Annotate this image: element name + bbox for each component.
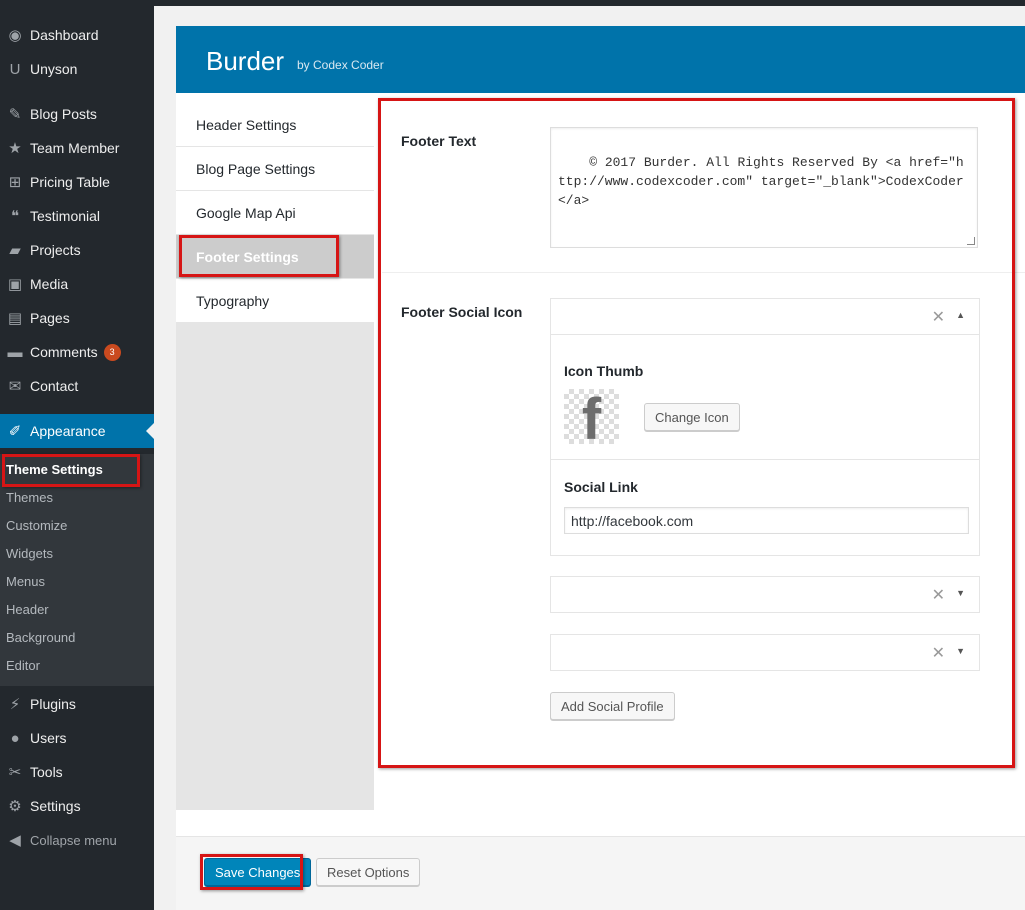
comments-count-badge: 3 [103, 343, 121, 361]
unyson-icon: U [9, 60, 21, 78]
menu-users[interactable]: ● Users [0, 721, 154, 755]
menu-media[interactable]: ▣ Media [0, 267, 154, 301]
settings-icon: ⚙ [8, 798, 22, 815]
theme-author: by Codex Coder [297, 58, 384, 72]
menu-pricing-table[interactable]: ⊞ Pricing Table [0, 165, 154, 199]
highlight-save-button [200, 854, 303, 890]
brush-icon: ✐ [8, 423, 22, 440]
menu-plugins[interactable]: ⚡ Plugins [0, 687, 154, 721]
menu-pages[interactable]: ▤ Pages [0, 301, 154, 335]
comment-icon: ▬ [7, 343, 23, 361]
menu-blog-posts[interactable]: ✎ Blog Posts [0, 97, 154, 131]
actions-bar: Save Changes Reset Options [176, 836, 1025, 910]
submenu-background[interactable]: Background [6, 625, 75, 649]
menu-unyson[interactable]: U Unyson [0, 52, 154, 86]
theme-title: Burder [206, 46, 285, 76]
menu-contact[interactable]: ✉ Contact [0, 369, 154, 403]
mail-icon: ✉ [8, 378, 22, 395]
dashboard-icon: ◉ [8, 27, 22, 44]
menu-testimonial[interactable]: ❝ Testimonial [0, 199, 154, 233]
media-icon: ▣ [7, 276, 23, 293]
submenu-menus[interactable]: Menus [6, 569, 45, 593]
highlight-footer-settings-tab [179, 235, 339, 277]
highlight-theme-settings [2, 454, 140, 487]
reset-options-button[interactable]: Reset Options [316, 858, 421, 886]
pages-icon: ▤ [7, 310, 23, 327]
menu-projects[interactable]: ▰ Projects [0, 233, 154, 267]
submenu-header[interactable]: Header [6, 597, 49, 621]
menu-settings[interactable]: ⚙ Settings [0, 789, 154, 823]
settings-tabs: Header Settings Blog Page Settings Googl… [176, 103, 374, 810]
wrench-icon: ✂ [8, 764, 22, 781]
menu-dashboard[interactable]: ◉ Dashboard [0, 18, 154, 52]
user-icon: ● [10, 729, 20, 747]
collapse-icon: ◀ [9, 832, 21, 849]
pin-icon: ✎ [8, 106, 22, 123]
menu-tools[interactable]: ✂ Tools [0, 755, 154, 789]
submenu-widgets[interactable]: Widgets [6, 541, 53, 565]
highlight-footer-settings-content [378, 98, 1015, 768]
menu-appearance[interactable]: ✐ Appearance [0, 414, 154, 448]
submenu-editor[interactable]: Editor [6, 653, 40, 677]
tab-typography[interactable]: Typography [176, 279, 374, 323]
appearance-submenu: Theme Settings Themes Customize Widgets … [0, 454, 154, 686]
portfolio-icon: ▰ [9, 242, 21, 259]
tab-google-map-api[interactable]: Google Map Api [176, 191, 374, 235]
submenu-customize[interactable]: Customize [6, 513, 67, 537]
tab-header-settings[interactable]: Header Settings [176, 103, 374, 147]
quote-icon: ❝ [10, 208, 20, 225]
brand-header: Burder by Codex Coder [176, 26, 1025, 93]
menu-comments[interactable]: ▬ Comments 3 [0, 335, 154, 369]
sitemap-icon: ⊞ [8, 174, 22, 191]
tab-blog-page-settings[interactable]: Blog Page Settings [176, 147, 374, 191]
submenu-themes[interactable]: Themes [6, 485, 53, 509]
star-icon: ★ [8, 140, 22, 157]
menu-team-member[interactable]: ★ Team Member [0, 131, 154, 165]
collapse-menu-button[interactable]: ◀ Collapse menu [0, 823, 154, 857]
plugin-icon: ⚡ [9, 696, 21, 713]
